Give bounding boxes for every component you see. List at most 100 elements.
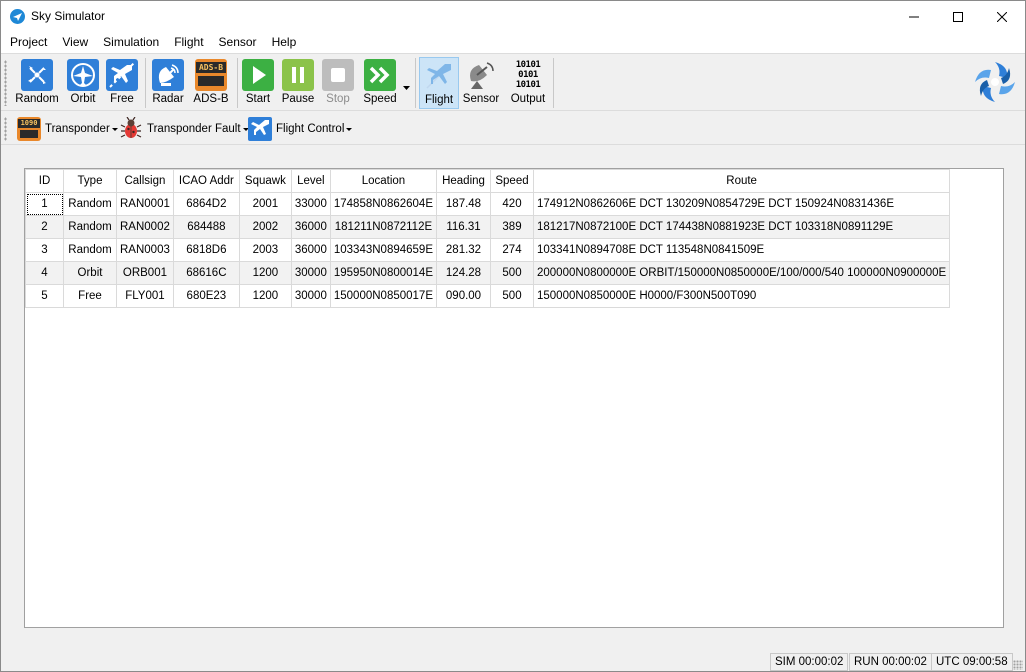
cell-icao-addr[interactable]: 680E23 [172, 284, 240, 308]
cell-location[interactable]: 181211N0872112E [329, 215, 438, 239]
toolbar-separator [415, 58, 416, 108]
cell-location[interactable]: 150000N0850017E [329, 284, 438, 308]
cell-icao-addr[interactable]: 6864D2 [172, 192, 240, 216]
menu-flight[interactable]: Flight [166, 32, 210, 53]
toolbar-grip[interactable] [4, 60, 7, 106]
random-planes-icon [21, 59, 53, 91]
menu-sensor[interactable]: Sensor [211, 32, 264, 53]
cell-heading[interactable]: 281.32 [436, 238, 491, 262]
cell-speed[interactable]: 500 [490, 261, 534, 285]
cell-speed[interactable]: 500 [490, 284, 534, 308]
sensor-button[interactable]: Sensor [461, 57, 501, 109]
cell-callsign[interactable]: RAN0002 [116, 215, 174, 239]
stop-button[interactable]: Stop [321, 57, 355, 109]
table-row[interactable]: 3 Random RAN0003 6818D6 2003 36000 10334… [25, 238, 951, 262]
toolbar-grip[interactable] [4, 117, 7, 141]
menu-project[interactable]: Project [1, 32, 54, 53]
column-header-callsign[interactable]: Callsign [116, 169, 174, 193]
column-header-type[interactable]: Type [63, 169, 117, 193]
cell-level[interactable]: 36000 [290, 215, 331, 239]
cell-id[interactable]: 3 [25, 238, 64, 262]
speed-dropdown-arrow[interactable] [403, 80, 410, 94]
column-header-level[interactable]: Level [290, 169, 331, 193]
cell-route[interactable]: 181217N0872100E DCT 174438N0881923E DCT … [532, 215, 951, 239]
cell-callsign[interactable]: FLY001 [116, 284, 174, 308]
random-button[interactable]: Random [13, 57, 61, 109]
cell-speed[interactable]: 420 [490, 192, 534, 216]
cell-callsign[interactable]: ORB001 [116, 261, 174, 285]
cell-type[interactable]: Orbit [63, 261, 117, 285]
close-icon [997, 11, 1007, 22]
cell-id[interactable]: 1 [25, 192, 64, 216]
speed-button[interactable]: Speed [361, 57, 399, 109]
cell-heading[interactable]: 124.28 [436, 261, 491, 285]
cell-location[interactable]: 174858N0862604E [329, 192, 438, 216]
minimize-button[interactable] [891, 1, 937, 32]
orbit-button[interactable]: Orbit [63, 57, 103, 109]
cell-location[interactable]: 195950N0800014E [329, 261, 438, 285]
pause-button[interactable]: Pause [279, 57, 317, 109]
cell-icao-addr[interactable]: 68616C [172, 261, 240, 285]
cell-icao-addr[interactable]: 6818D6 [172, 238, 240, 262]
cell-route[interactable]: 103341N0894708E DCT 113548N0841509E [532, 238, 951, 262]
cell-id[interactable]: 5 [25, 284, 64, 308]
cell-type[interactable]: Random [63, 192, 117, 216]
cell-heading[interactable]: 116.31 [436, 215, 491, 239]
table-row[interactable]: 2 Random RAN0002 684488 2002 36000 18121… [25, 215, 951, 239]
cell-type[interactable]: Free [63, 284, 117, 308]
transponder-icon-text: 1090 [18, 119, 40, 128]
column-header-speed[interactable]: Speed [490, 169, 534, 193]
cell-location[interactable]: 103343N0894659E [329, 238, 438, 262]
transponder-fault-button[interactable]: Transponder Fault [119, 116, 249, 142]
menu-view[interactable]: View [54, 32, 95, 53]
cell-id[interactable]: 2 [25, 215, 64, 239]
table-row[interactable]: 5 Free FLY001 680E23 1200 30000 150000N0… [25, 284, 951, 308]
column-header-heading[interactable]: Heading [436, 169, 491, 193]
column-header-icao-addr[interactable]: ICAO Addr [172, 169, 240, 193]
cell-level[interactable]: 36000 [290, 238, 331, 262]
cell-level[interactable]: 33000 [290, 192, 331, 216]
transponder-button[interactable]: 1090 Transponder [17, 116, 118, 142]
cell-type[interactable]: Random [63, 238, 117, 262]
column-header-squawk[interactable]: Squawk [238, 169, 292, 193]
flight-control-button[interactable]: Flight Control [248, 116, 353, 142]
cell-icao-addr[interactable]: 684488 [172, 215, 240, 239]
cell-route[interactable]: 150000N0850000E H0000/F300N500T090 [532, 284, 951, 308]
cell-squawk[interactable]: 2003 [238, 238, 292, 262]
cell-route[interactable]: 174912N0862606E DCT 130209N0854729E DCT … [532, 192, 951, 216]
menu-simulation[interactable]: Simulation [95, 32, 166, 53]
cell-heading[interactable]: 090.00 [436, 284, 491, 308]
adsb-button[interactable]: ADS-B ADS-B [191, 57, 231, 109]
column-header-id[interactable]: ID [25, 169, 64, 193]
flight-button[interactable]: Flight [419, 57, 459, 109]
table-row[interactable]: 4 Orbit ORB001 68616C 1200 30000 195950N… [25, 261, 951, 285]
cell-heading[interactable]: 187.48 [436, 192, 491, 216]
column-header-route[interactable]: Route [532, 169, 951, 193]
cell-id[interactable]: 4 [25, 261, 64, 285]
cell-type[interactable]: Random [63, 215, 117, 239]
menu-help[interactable]: Help [264, 32, 304, 53]
cell-level[interactable]: 30000 [290, 261, 331, 285]
close-button[interactable] [979, 1, 1025, 32]
cell-level[interactable]: 30000 [290, 284, 331, 308]
cell-squawk[interactable]: 1200 [238, 261, 292, 285]
output-button[interactable]: 10101 0101 10101 Output [505, 57, 551, 109]
resize-grip[interactable] [1013, 660, 1023, 670]
maximize-button[interactable] [935, 1, 981, 32]
cell-speed[interactable]: 389 [490, 215, 534, 239]
swirl-logo-icon [975, 62, 1015, 102]
column-header-location[interactable]: Location [329, 169, 438, 193]
table-row[interactable]: 1 Random RAN0001 6864D2 2001 33000 17485… [25, 192, 951, 216]
start-button[interactable]: Start [241, 57, 275, 109]
free-button[interactable]: Free [103, 57, 141, 109]
cell-squawk[interactable]: 2001 [238, 192, 292, 216]
cell-route[interactable]: 200000N0800000E ORBIT/150000N0850000E/10… [532, 261, 951, 285]
cell-squawk[interactable]: 1200 [238, 284, 292, 308]
cell-callsign[interactable]: RAN0003 [116, 238, 174, 262]
cell-callsign[interactable]: RAN0001 [116, 192, 174, 216]
adsb-icon-text: ADS-B [196, 62, 226, 73]
play-icon [242, 59, 274, 91]
cell-speed[interactable]: 274 [490, 238, 534, 262]
cell-squawk[interactable]: 2002 [238, 215, 292, 239]
radar-button[interactable]: Radar [149, 57, 187, 109]
